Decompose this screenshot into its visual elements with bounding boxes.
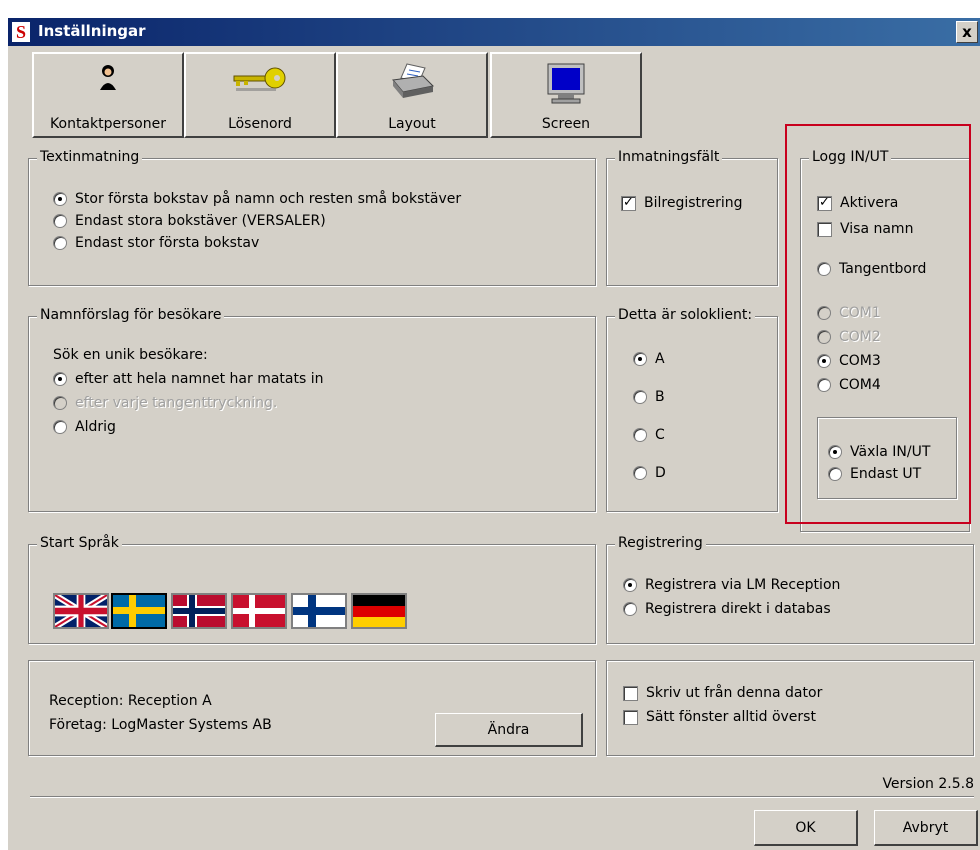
radio-selected[interactable] xyxy=(623,578,637,592)
person-icon xyxy=(100,65,116,90)
foretag-text: Företag: LogMaster Systems AB xyxy=(49,717,272,733)
alltid-overst-checkbox[interactable]: Sätt fönster alltid överst xyxy=(623,709,816,725)
reception-text: Reception: Reception A xyxy=(49,693,212,709)
textinmatning-title: Textinmatning xyxy=(37,149,143,165)
soloklient-group: Detta är soloklient: A B C D xyxy=(606,307,778,512)
ok-button[interactable]: OK xyxy=(754,810,858,846)
textinmatning-option-2[interactable]: Endast stora bokstäver (VERSALER) xyxy=(53,213,326,229)
textinmatning-option-3[interactable]: Endast stor första bokstav xyxy=(53,235,259,251)
close-button[interactable]: x xyxy=(956,21,978,43)
solo-radio-b[interactable]: B xyxy=(633,389,665,405)
namnforslag-title: Namnförslag för besökare xyxy=(37,307,225,323)
registrering-title: Registrering xyxy=(615,535,706,551)
textinmatning-group: Textinmatning Stor första bokstav på nam… xyxy=(28,149,596,286)
uk-flag-icon[interactable] xyxy=(53,593,109,629)
namnforslag-option-1[interactable]: efter att hela namnet har matats in xyxy=(53,371,323,387)
registrering-option-2[interactable]: Registrera direkt i databas xyxy=(623,601,831,617)
screen-button[interactable]: Screen xyxy=(490,52,642,138)
radio[interactable] xyxy=(53,236,67,250)
radio[interactable] xyxy=(53,420,67,434)
kontaktpersoner-button[interactable]: Kontaktpersoner xyxy=(32,52,184,138)
losenord-button[interactable]: Lösenord xyxy=(184,52,336,138)
info-group: Reception: Reception A Företag: LogMaste… xyxy=(28,660,596,756)
radio-selected[interactable] xyxy=(633,352,647,366)
solo-radio-d[interactable]: D xyxy=(633,465,666,481)
kontaktpersoner-label: Kontaktpersoner xyxy=(50,116,166,132)
sprak-title: Start Språk xyxy=(37,535,122,551)
skriv-ut-checkbox[interactable]: Skriv ut från denna dator xyxy=(623,685,822,701)
radio-selected[interactable] xyxy=(53,372,67,386)
finland-flag-icon[interactable] xyxy=(291,593,347,629)
sweden-flag-icon[interactable] xyxy=(111,593,167,629)
inmatningsfalt-title: Inmatningsfält xyxy=(615,149,723,165)
andra-button[interactable]: Ändra xyxy=(435,713,583,747)
version-label: Version 2.5.8 xyxy=(882,776,974,792)
germany-flag-icon[interactable] xyxy=(351,593,407,629)
radio-disabled xyxy=(53,396,67,410)
namnforslag-option-2: efter varje tangenttryckning. xyxy=(53,395,277,411)
radio[interactable] xyxy=(53,214,67,228)
screen-label: Screen xyxy=(541,116,591,132)
namnforslag-group: Namnförslag för besökare Sök en unik bes… xyxy=(28,307,596,512)
losenord-label: Lösenord xyxy=(228,116,292,132)
divider xyxy=(30,796,974,798)
namnforslag-option-3[interactable]: Aldrig xyxy=(53,419,116,435)
flag-row xyxy=(53,593,413,629)
layout-button[interactable]: Layout xyxy=(336,52,488,138)
key-icon xyxy=(233,67,286,91)
title-bar: S Inställningar x xyxy=(8,18,980,46)
radio[interactable] xyxy=(633,390,647,404)
inmatningsfalt-group: Inmatningsfält ✓ Bilregistrering xyxy=(606,149,778,286)
app-icon: S xyxy=(12,22,30,42)
radio[interactable] xyxy=(633,466,647,480)
options-group: Skriv ut från denna dator Sätt fönster a… xyxy=(606,660,974,756)
checkbox-checked[interactable]: ✓ xyxy=(621,195,636,211)
avbryt-button[interactable]: Avbryt xyxy=(874,810,978,846)
textinmatning-option-1[interactable]: Stor första bokstav på namn och resten s… xyxy=(53,191,461,207)
radio-selected[interactable] xyxy=(53,192,67,206)
namnforslag-prompt: Sök en unik besökare: xyxy=(53,347,208,363)
layout-label: Layout xyxy=(388,116,436,132)
sprak-group: Start Språk xyxy=(28,535,596,644)
printer-icon xyxy=(392,63,435,98)
solo-radio-a[interactable]: A xyxy=(633,351,665,367)
denmark-flag-icon[interactable] xyxy=(231,593,287,629)
window-title: Inställningar xyxy=(38,22,146,40)
solo-radio-c[interactable]: C xyxy=(633,427,665,443)
registrering-option-1[interactable]: Registrera via LM Reception xyxy=(623,577,840,593)
radio[interactable] xyxy=(623,602,637,616)
soloklient-title: Detta är soloklient: xyxy=(615,307,756,323)
bilregistrering-checkbox[interactable]: ✓ Bilregistrering xyxy=(621,195,742,211)
checkbox[interactable] xyxy=(623,685,638,701)
radio[interactable] xyxy=(633,428,647,442)
highlight-box xyxy=(785,124,971,524)
registrering-group: Registrering Registrera via LM Reception… xyxy=(606,535,974,644)
checkbox[interactable] xyxy=(623,709,638,725)
monitor-icon xyxy=(547,63,585,104)
norway-flag-icon[interactable] xyxy=(171,593,227,629)
